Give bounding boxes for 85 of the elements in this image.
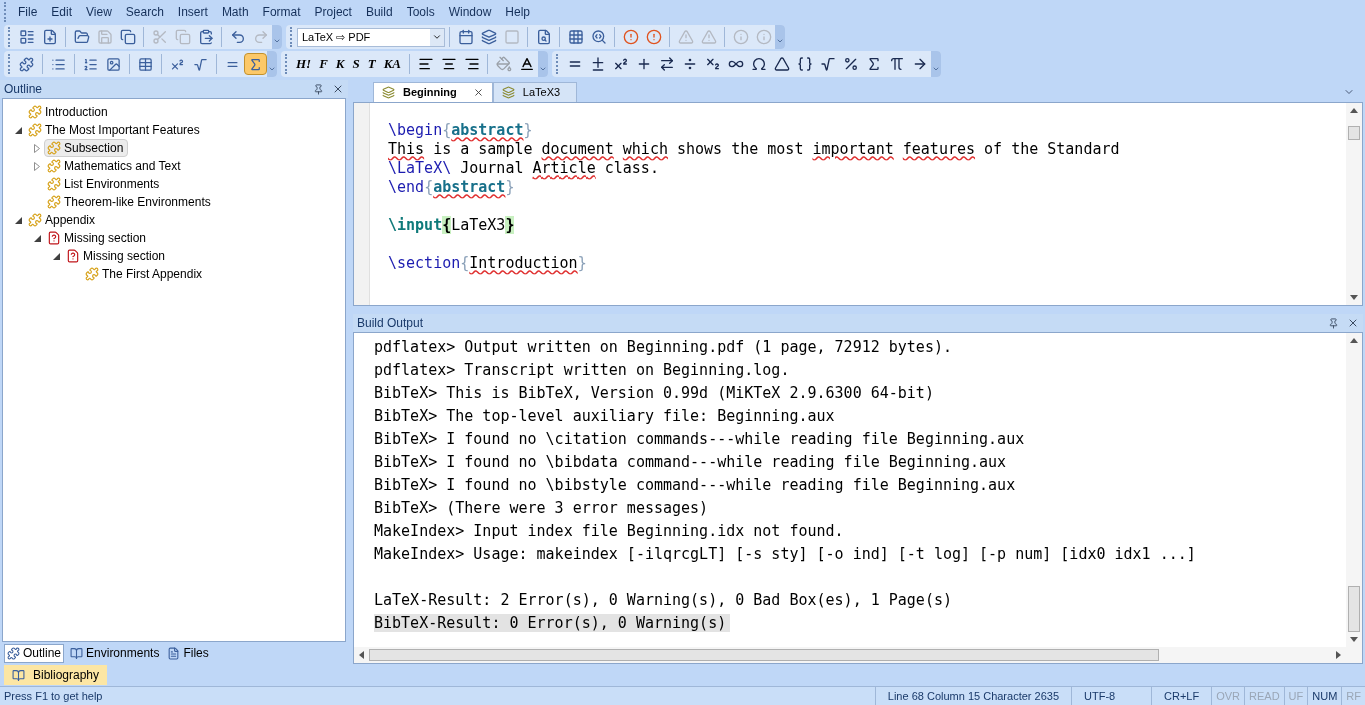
collapse-arrow-icon[interactable]: [14, 216, 22, 224]
scroll-up-icon[interactable]: [1350, 337, 1358, 344]
scroll-right-icon[interactable]: [1335, 651, 1342, 659]
document-tab[interactable]: LaTeX3: [492, 82, 578, 102]
outline-item[interactable]: The First Appendix: [82, 265, 208, 283]
outline-item[interactable]: Appendix: [25, 211, 101, 229]
close-icon[interactable]: [332, 83, 344, 95]
math-symbols-icon[interactable]: [244, 53, 267, 75]
format-button[interactable]: S: [348, 53, 364, 75]
code-line: This is a sample document which shows the most important features of the Standard: [388, 140, 1120, 158]
panel-header: Build Output: [353, 314, 1363, 332]
code-line: \begin{abstract}: [388, 121, 533, 139]
menu-item[interactable]: View: [79, 3, 119, 21]
scroll-thumb[interactable]: [1348, 126, 1360, 140]
menu-item[interactable]: Build: [358, 3, 400, 21]
scroll-left-icon[interactable]: [358, 651, 365, 659]
toolbar-overflow-icon[interactable]: [776, 37, 784, 45]
panel-tab[interactable]: Outline: [4, 643, 65, 663]
code-line: \LaTeX\ Journal Article class.: [388, 159, 659, 177]
toolbar-overflow-icon[interactable]: [273, 37, 281, 45]
outline-item[interactable]: List Environments: [44, 175, 165, 193]
format-button[interactable]: H!: [292, 53, 316, 75]
format-button[interactable]: KA: [379, 53, 406, 75]
menu-item[interactable]: Edit: [44, 3, 80, 21]
pin-icon[interactable]: [1328, 317, 1339, 329]
code-line: \input{LaTeX3}: [388, 216, 515, 234]
menu-item[interactable]: Window: [441, 3, 499, 21]
outline-item[interactable]: Mathematics and Text: [44, 157, 186, 175]
menu-item[interactable]: Math: [214, 3, 256, 21]
status-indicator: NUM: [1307, 687, 1342, 705]
build-profile-dropdown[interactable]: LaTeX ⇨ PDF: [297, 27, 445, 47]
status-indicator: OVR: [1211, 687, 1245, 705]
document-icon: [382, 86, 395, 99]
code-line: \end{abstract}: [388, 178, 515, 196]
outline-item[interactable]: Theorem-like Environments: [44, 193, 216, 211]
format-button[interactable]: F: [315, 53, 332, 75]
menu-item[interactable]: Tools: [399, 3, 442, 21]
toolbar-overflow-icon[interactable]: [539, 65, 548, 73]
format-button[interactable]: T: [363, 53, 380, 75]
horizontal-scrollbar[interactable]: [354, 647, 1362, 663]
menu-item[interactable]: Search: [118, 3, 171, 21]
puzzle-icon: [7, 646, 20, 660]
outline-item[interactable]: Introduction: [25, 103, 113, 121]
document-icon: [501, 86, 515, 99]
dropdown-caret-icon[interactable]: [432, 32, 442, 42]
scroll-down-icon[interactable]: [1350, 294, 1358, 301]
collapse-arrow-icon[interactable]: [14, 126, 22, 134]
toolbar-overflow-icon[interactable]: [932, 65, 941, 73]
status-bar: Press F1 to get help Line 68 Column 15 Character 2635 UTF-8 CR+LF OVR READ UF NUM RF: [0, 686, 1365, 705]
outline-item[interactable]: Subsection: [44, 139, 129, 157]
toolbar-overflow-icon[interactable]: [268, 65, 276, 73]
close-tab-icon[interactable]: [472, 87, 484, 98]
outline-item[interactable]: The Most Important Features: [25, 121, 205, 139]
side-tab[interactable]: Bibliography: [4, 665, 108, 685]
format-button[interactable]: K: [331, 53, 349, 75]
menu-item[interactable]: Project: [307, 3, 359, 21]
collapse-arrow-icon[interactable]: [52, 252, 60, 260]
scroll-thumb[interactable]: [369, 649, 1159, 661]
menu-item[interactable]: File: [11, 3, 45, 21]
book-icon: [12, 668, 25, 682]
menu-item[interactable]: Format: [255, 3, 308, 21]
status-indicator: RF: [1341, 687, 1365, 705]
status-indicator: UF: [1283, 687, 1308, 705]
outline-item[interactable]: Missing section: [44, 229, 152, 247]
panel-tab[interactable]: Environments: [68, 643, 162, 663]
pin-icon[interactable]: [313, 83, 324, 95]
scroll-thumb[interactable]: [1348, 586, 1360, 632]
outline-item[interactable]: Missing section: [63, 247, 171, 265]
panel-header: Outline: [0, 80, 348, 98]
expand-arrow-icon[interactable]: [34, 143, 40, 153]
vertical-scrollbar[interactable]: [1346, 333, 1362, 647]
document-icon: [167, 646, 181, 660]
scroll-down-icon[interactable]: [1350, 636, 1358, 643]
document-tab[interactable]: Beginning: [373, 82, 493, 102]
close-icon[interactable]: [1347, 317, 1359, 329]
scroll-up-icon[interactable]: [1350, 107, 1358, 114]
code-editor[interactable]: \begin{abstract} This is a sample document which shows the most important features of the Standard \LaTeX\ Journal Article class. \end{abstract} \input{LaTeX3} \section{Introduction}: [353, 102, 1363, 306]
panel-tab[interactable]: Files: [165, 643, 211, 663]
expand-arrow-icon[interactable]: [34, 161, 40, 171]
status-indicator: READ: [1244, 687, 1284, 705]
collapse-arrow-icon[interactable]: [33, 234, 41, 242]
menu-item[interactable]: Insert: [170, 3, 215, 21]
vertical-scrollbar[interactable]: [1346, 103, 1362, 305]
code-line: \section{Introduction}: [388, 254, 587, 272]
menu-item[interactable]: Help: [498, 3, 537, 21]
